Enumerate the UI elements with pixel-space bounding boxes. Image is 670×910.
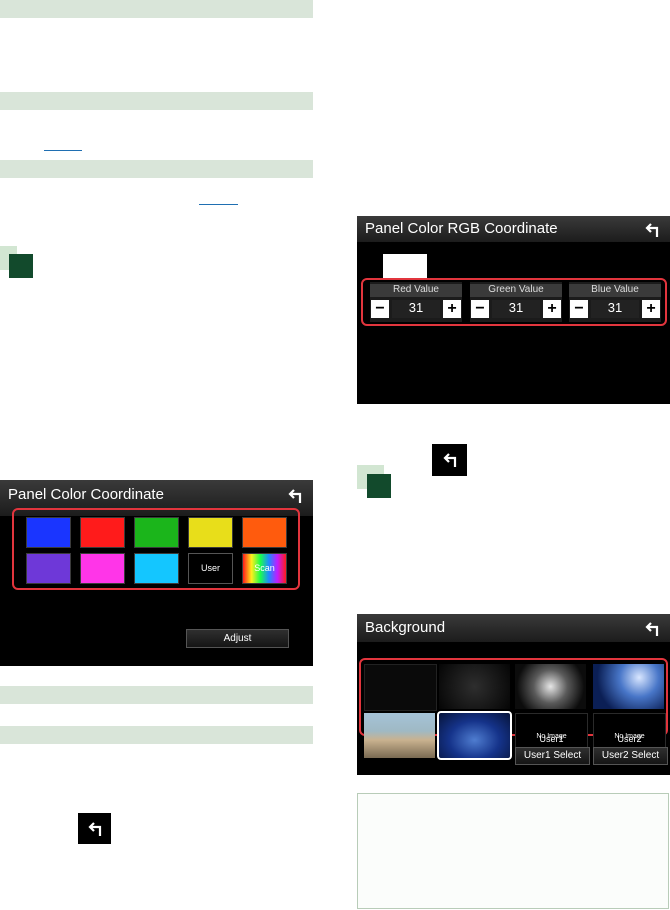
color-swatch-button[interactable]	[26, 517, 71, 548]
background-tile-selected[interactable]	[437, 711, 512, 760]
back-arrow-icon[interactable]	[285, 486, 305, 506]
panel-color-screen: Panel Color Coordinate User Scan Adjust	[0, 480, 313, 666]
page-link-2[interactable]	[199, 204, 238, 205]
background-tile[interactable]	[515, 664, 586, 709]
background-screen: Background No Image No Image User1 User2…	[357, 614, 670, 775]
increment-button[interactable]: +	[642, 300, 660, 318]
screen-title: Panel Color Coordinate	[8, 486, 164, 503]
increment-button[interactable]: +	[443, 300, 461, 318]
back-arrow-icon[interactable]	[642, 619, 662, 639]
user1-select-button[interactable]: User1 Select	[515, 747, 590, 765]
back-arrow-icon[interactable]	[642, 220, 662, 240]
section-bar-3	[0, 160, 313, 178]
screen-header: Panel Color RGB Coordinate	[357, 216, 670, 242]
decrement-button[interactable]: −	[371, 300, 389, 318]
user1-label: User1	[539, 734, 564, 744]
decrement-button[interactable]: −	[471, 300, 489, 318]
section-bar-4	[0, 686, 313, 704]
color-swatch-button[interactable]	[134, 517, 179, 548]
rgb-value-group: Green Value −31 +	[470, 282, 562, 322]
color-swatch-button[interactable]	[242, 517, 287, 548]
back-button-icon-inline	[78, 813, 111, 844]
user2-select-button[interactable]: User2 Select	[593, 747, 668, 765]
color-swatch-button[interactable]	[80, 553, 125, 584]
decrement-button[interactable]: −	[570, 300, 588, 318]
back-button-icon-inline	[432, 444, 467, 476]
screen-title: Background	[365, 619, 446, 636]
background-tile[interactable]	[364, 713, 435, 758]
rgb-screen: Panel Color RGB Coordinate Red Value −31 +…	[357, 216, 670, 404]
section-bar-1	[0, 0, 313, 18]
section-bar-2	[0, 92, 313, 110]
color-user-button[interactable]: User	[188, 553, 233, 584]
background-tile[interactable]	[593, 664, 664, 709]
rgb-value-label: Green Value	[470, 284, 562, 297]
color-swatch-button[interactable]	[134, 553, 179, 584]
color-swatch-button[interactable]	[26, 553, 71, 584]
screen-title: Panel Color RGB Coordinate	[365, 220, 558, 237]
adjust-button[interactable]: Adjust	[186, 629, 289, 648]
screen-header: Background	[357, 614, 670, 642]
section-bar-5	[0, 726, 313, 744]
user2-label: User2	[617, 734, 642, 744]
rgb-value-label: Red Value	[370, 284, 462, 297]
rgb-value-readout: 31	[591, 300, 639, 318]
background-tile[interactable]	[439, 664, 510, 709]
note-box	[357, 793, 669, 909]
color-scan-button[interactable]: Scan	[242, 553, 287, 584]
page-link-1[interactable]	[44, 150, 82, 151]
increment-button[interactable]: +	[543, 300, 561, 318]
rgb-value-readout: 31	[392, 300, 440, 318]
step-marker-2	[367, 474, 391, 498]
rgb-value-group: Red Value −31 +	[370, 282, 462, 322]
color-swatch-button[interactable]	[188, 517, 233, 548]
background-tile[interactable]	[364, 664, 437, 711]
rgb-value-group: Blue Value −31 +	[569, 282, 661, 322]
rgb-value-readout: 31	[492, 300, 540, 318]
color-swatch-button[interactable]	[80, 517, 125, 548]
step-marker-1	[9, 254, 33, 278]
rgb-value-label: Blue Value	[569, 284, 661, 297]
